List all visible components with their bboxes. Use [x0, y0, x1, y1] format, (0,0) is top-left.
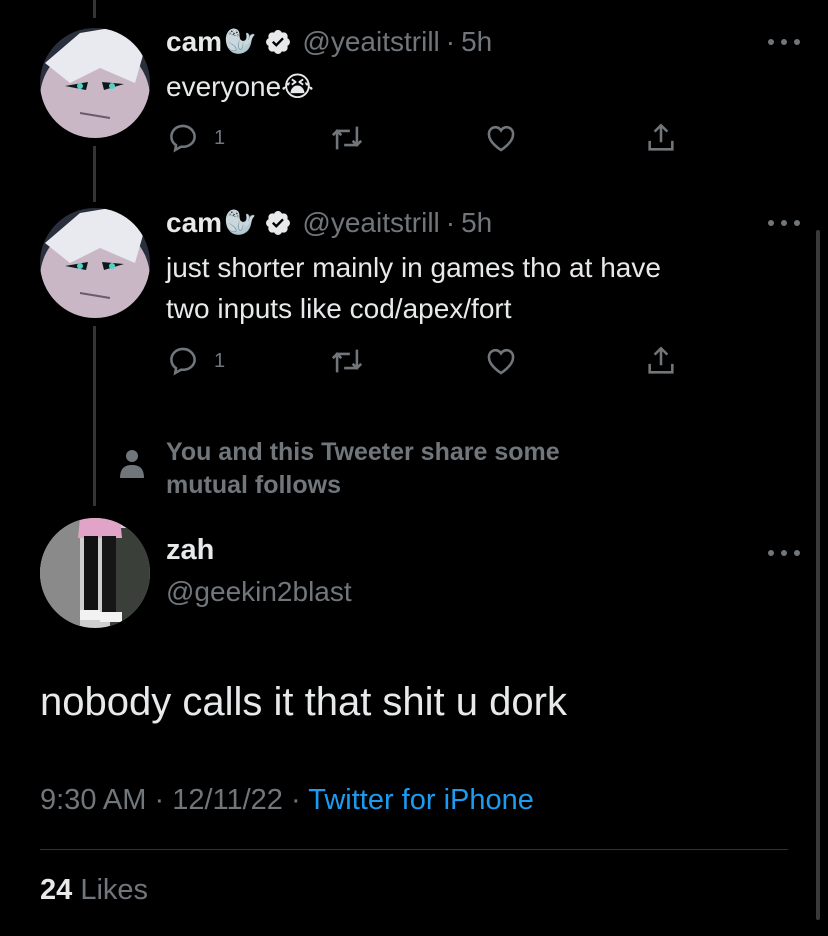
- verified-badge-icon: [266, 30, 291, 54]
- share-button[interactable]: [644, 344, 678, 378]
- more-icon[interactable]: [768, 545, 800, 561]
- scrollbar[interactable]: [816, 230, 820, 920]
- display-name[interactable]: cam: [166, 26, 222, 58]
- social-context: You and this Tweeter share some mutual f…: [116, 436, 560, 502]
- display-name[interactable]: cam: [166, 207, 222, 239]
- share-button[interactable]: [644, 121, 678, 155]
- tweet-date[interactable]: 12/11/22: [172, 784, 283, 816]
- handle[interactable]: @yeaitstrill: [302, 207, 439, 239]
- like-button[interactable]: [484, 121, 518, 155]
- reply-button[interactable]: 1: [166, 121, 225, 155]
- timestamp[interactable]: 5h: [461, 26, 492, 58]
- share-icon: [648, 123, 674, 151]
- retweet-icon: [331, 349, 363, 373]
- tweet-text: just shorter mainly in games tho at have…: [166, 247, 661, 329]
- reply-icon: [170, 347, 196, 376]
- tweet-meta: 9:30 AM · 12/11/22 · Twitter for iPhone: [40, 784, 534, 817]
- timestamp[interactable]: 5h: [461, 207, 492, 239]
- avatar-image: [40, 28, 150, 138]
- tweet-text-line: two inputs like cod/apex/fort: [166, 293, 512, 324]
- tweet-header: cam 🦭 @yeaitstrill · 5h: [166, 203, 492, 243]
- seal-emoji: 🦭: [224, 27, 257, 57]
- seal-emoji: 🦭: [224, 208, 257, 238]
- avatar[interactable]: [40, 518, 150, 628]
- social-context-line: mutual follows: [166, 471, 341, 499]
- handle[interactable]: @geekin2blast: [166, 576, 352, 608]
- verified-badge-icon: [266, 211, 291, 235]
- reply-count: 1: [214, 349, 226, 372]
- more-icon[interactable]: [768, 34, 800, 50]
- like-icon: [487, 348, 515, 375]
- share-icon: [648, 346, 674, 374]
- retweet-button[interactable]: [330, 121, 364, 155]
- separator: ·: [445, 207, 456, 238]
- like-icon: [487, 125, 515, 152]
- tweet-header: cam 🦭 @yeaitstrill · 5h: [166, 22, 492, 62]
- more-icon[interactable]: [768, 215, 800, 231]
- retweet-icon: [331, 126, 363, 150]
- separator: ·: [291, 784, 301, 816]
- separator: ·: [154, 784, 165, 816]
- reply-icon: [170, 124, 196, 153]
- social-context-text: You and this Tweeter share some mutual f…: [166, 436, 560, 502]
- like-button[interactable]: [484, 344, 518, 378]
- retweet-button[interactable]: [330, 344, 364, 378]
- divider: [40, 849, 788, 850]
- action-bar: 1: [166, 344, 686, 384]
- tweet-text-line: everyone😭: [166, 71, 314, 102]
- separator: ·: [445, 26, 456, 57]
- likes-stat[interactable]: 24 Likes: [40, 874, 148, 907]
- thread-line-1: [93, 146, 96, 202]
- avatar[interactable]: [40, 28, 150, 138]
- avatar-image: [40, 518, 150, 628]
- handle[interactable]: @yeaitstrill: [302, 26, 439, 58]
- likes-count: 24: [40, 874, 73, 906]
- tweet-text: nobody calls it that shit u dork: [40, 680, 567, 724]
- reply-button[interactable]: 1: [166, 344, 225, 378]
- display-name[interactable]: zah: [166, 534, 214, 567]
- thread-line-top: [93, 0, 96, 18]
- tweet-time[interactable]: 9:30 AM: [40, 784, 146, 816]
- tweet-text-line: just shorter mainly in games tho at have: [166, 252, 661, 283]
- avatar-image: [40, 208, 150, 318]
- thread-line-2: [93, 326, 96, 506]
- action-bar: 1: [166, 121, 686, 161]
- tweet-source-link[interactable]: Twitter for iPhone: [308, 784, 534, 816]
- person-icon: [120, 450, 144, 478]
- social-context-line: You and this Tweeter share some: [166, 438, 560, 466]
- avatar[interactable]: [40, 208, 150, 318]
- likes-label: Likes: [80, 874, 149, 906]
- reply-count: 1: [214, 126, 226, 149]
- tweet-text: everyone😭: [166, 66, 314, 107]
